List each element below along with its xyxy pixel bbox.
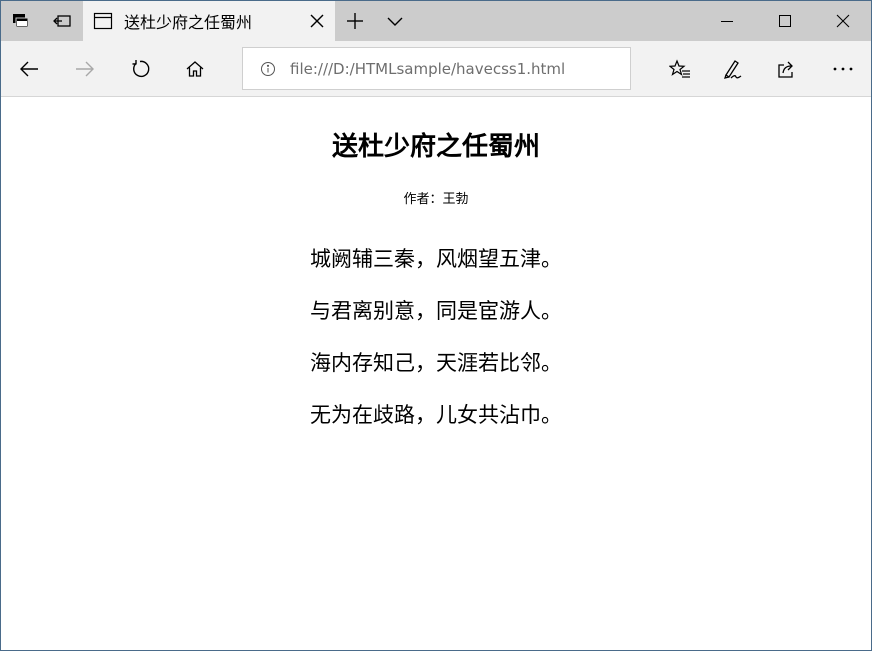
minimize-button[interactable] <box>698 1 756 41</box>
new-tab-button[interactable] <box>335 1 375 41</box>
home-button[interactable] <box>175 49 215 89</box>
active-tab[interactable]: 送杜少府之任蜀州 <box>83 1 335 41</box>
share-button[interactable] <box>767 49 807 89</box>
tab-title: 送杜少府之任蜀州 <box>124 13 253 32</box>
favorites-star-icon <box>669 59 691 79</box>
poem-line: 与君离别意，同是宦游人。 <box>310 299 562 323</box>
favorites-button[interactable] <box>660 49 700 89</box>
tabs-aside-button[interactable] <box>1 1 41 41</box>
back-button[interactable] <box>9 49 49 89</box>
chevron-down-icon <box>386 15 404 27</box>
tab-close-button[interactable] <box>307 11 327 31</box>
window-close-button[interactable] <box>814 1 871 41</box>
close-icon <box>310 14 324 28</box>
forward-arrow-icon <box>75 60 95 78</box>
more-dots-icon <box>832 66 854 72</box>
close-icon <box>836 14 850 28</box>
back-arrow-icon <box>19 60 39 78</box>
tab-set-aside-icon <box>11 11 31 31</box>
tab-preview-button[interactable] <box>42 1 82 41</box>
tab-list-button[interactable] <box>375 1 415 41</box>
info-icon[interactable] <box>259 60 277 78</box>
tab-preview-icon <box>52 11 72 31</box>
maximize-button[interactable] <box>756 1 814 41</box>
more-button[interactable] <box>823 49 863 89</box>
navigation-bar: file:///D:/HTMLsample/havecss1.html <box>1 41 871 97</box>
new-tab-plus-icon <box>346 12 364 30</box>
tab-strip: 送杜少府之任蜀州 <box>1 1 871 41</box>
page-tab-icon <box>93 11 113 31</box>
refresh-button[interactable] <box>120 49 160 89</box>
share-icon <box>776 59 798 79</box>
home-icon <box>185 59 205 79</box>
page-title: 送杜少府之任蜀州 <box>331 132 540 162</box>
pen-icon <box>722 58 744 80</box>
address-bar[interactable]: file:///D:/HTMLsample/havecss1.html <box>242 47 631 90</box>
poem-body: 城阙辅三秦，风烟望五津。 与君离别意，同是宦游人。 海内存知己，天涯若比邻。 无… <box>1 246 871 454</box>
poem-line: 无为在歧路，儿女共沾巾。 <box>310 403 562 427</box>
poem-line: 海内存知己，天涯若比邻。 <box>310 351 562 375</box>
author-line: 作者：王勃 <box>403 192 469 207</box>
browser-window: 送杜少府之任蜀州 file:///D:/HTMLsample/havecss1.… <box>0 0 872 651</box>
page-content: 送杜少府之任蜀州 作者：王勃 城阙辅三秦，风烟望五津。 与君离别意，同是宦游人。… <box>1 98 871 650</box>
forward-button[interactable] <box>65 49 105 89</box>
poem-line: 城阙辅三秦，风烟望五津。 <box>310 247 562 271</box>
refresh-icon <box>130 59 150 79</box>
notes-button[interactable] <box>713 49 753 89</box>
minimize-icon <box>721 15 733 27</box>
address-url[interactable]: file:///D:/HTMLsample/havecss1.html <box>290 60 565 78</box>
maximize-icon <box>779 15 791 27</box>
